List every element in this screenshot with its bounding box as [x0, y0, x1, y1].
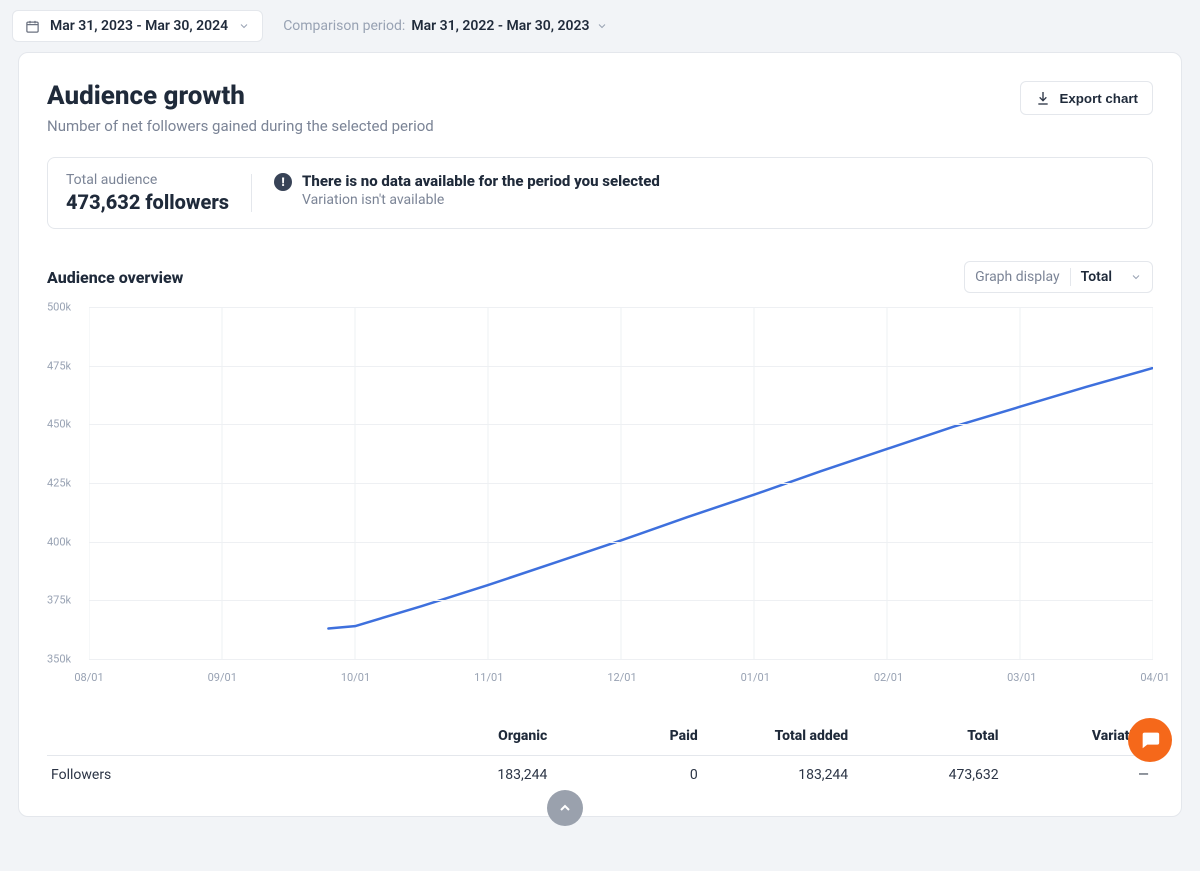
graph-display-value: Total [1071, 269, 1130, 285]
chart-series-line [328, 368, 1153, 628]
gridline [89, 366, 1153, 367]
gridline [89, 659, 1153, 660]
date-range-value: Mar 31, 2023 - Mar 30, 2024 [50, 18, 228, 34]
table-header: Paid [547, 728, 697, 744]
comparison-period-picker[interactable]: Comparison period: Mar 31, 2022 - Mar 30… [283, 18, 607, 34]
x-tick-label: 09/01 [208, 671, 237, 684]
gridline [89, 600, 1153, 601]
x-tick-label: 01/01 [741, 671, 770, 684]
table-header: Organic [397, 728, 547, 744]
x-tick-label: 04/01 [1140, 671, 1169, 684]
page-subtitle: Number of net followers gained during th… [47, 117, 434, 135]
comparison-value: Mar 31, 2022 - Mar 30, 2023 [411, 18, 589, 34]
x-tick-label: 02/01 [874, 671, 903, 684]
comparison-label: Comparison period: [283, 18, 405, 34]
graph-display-select[interactable]: Graph display Total [964, 261, 1153, 293]
table-row: Followers183,2440183,244473,632— [47, 755, 1153, 794]
graph-display-label: Graph display [975, 269, 1070, 285]
x-tick-label: 08/01 [74, 671, 103, 684]
export-chart-label: Export chart [1059, 91, 1138, 106]
gridline [89, 542, 1153, 543]
chat-widget-button[interactable] [1128, 718, 1172, 762]
total-audience-value: 473,632 followers [66, 190, 229, 214]
table-cell: 0 [547, 767, 697, 783]
followers-table: OrganicPaidTotal addedTotalVariation Fol… [47, 717, 1153, 794]
x-tick-label: 12/01 [607, 671, 636, 684]
overview-title: Audience overview [47, 268, 183, 287]
table-cell: — [999, 767, 1149, 783]
table-header: Total [848, 728, 998, 744]
calendar-icon [25, 19, 40, 34]
date-range-picker[interactable]: Mar 31, 2023 - Mar 30, 2024 [12, 10, 263, 42]
x-tick-label: 11/01 [474, 671, 503, 684]
chevron-down-icon [1130, 271, 1142, 283]
download-icon [1035, 90, 1051, 106]
export-chart-button[interactable]: Export chart [1020, 81, 1153, 115]
table-cell: 183,244 [397, 767, 547, 783]
table-cell: 183,244 [698, 767, 848, 783]
audience-growth-card: Audience growth Number of net followers … [18, 52, 1182, 817]
page-title: Audience growth [47, 81, 434, 111]
y-tick-label: 500k [47, 301, 71, 314]
gridline [89, 307, 1153, 308]
y-tick-label: 450k [47, 418, 71, 431]
audience-line-chart: 08/01 09/01 10/01 11/01 12/01 01/01 02/01 03/01… [47, 307, 1153, 687]
table-cell: 473,632 [848, 767, 998, 783]
y-tick-label: 475k [47, 359, 71, 372]
y-tick-label: 375k [47, 594, 71, 607]
scroll-to-top-button[interactable] [547, 790, 583, 826]
nodata-title: There is no data available for the perio… [302, 172, 660, 190]
y-tick-label: 425k [47, 477, 71, 490]
summary-box: Total audience 473,632 followers ! There… [47, 157, 1153, 229]
total-audience-label: Total audience [66, 172, 229, 188]
chevron-down-icon [596, 20, 608, 32]
table-cell: Followers [51, 767, 397, 783]
gridline [89, 424, 1153, 425]
y-tick-label: 400k [47, 535, 71, 548]
info-icon: ! [274, 173, 292, 191]
table-header: Total added [698, 728, 848, 744]
gridline [89, 483, 1153, 484]
total-audience: Total audience 473,632 followers [66, 172, 251, 214]
x-tick-label: 03/01 [1007, 671, 1036, 684]
y-tick-label: 350k [47, 653, 71, 666]
table-header: Variation [999, 728, 1149, 744]
chevron-down-icon [238, 20, 250, 32]
x-tick-label: 10/01 [341, 671, 370, 684]
nodata-sub: Variation isn't available [302, 192, 660, 208]
